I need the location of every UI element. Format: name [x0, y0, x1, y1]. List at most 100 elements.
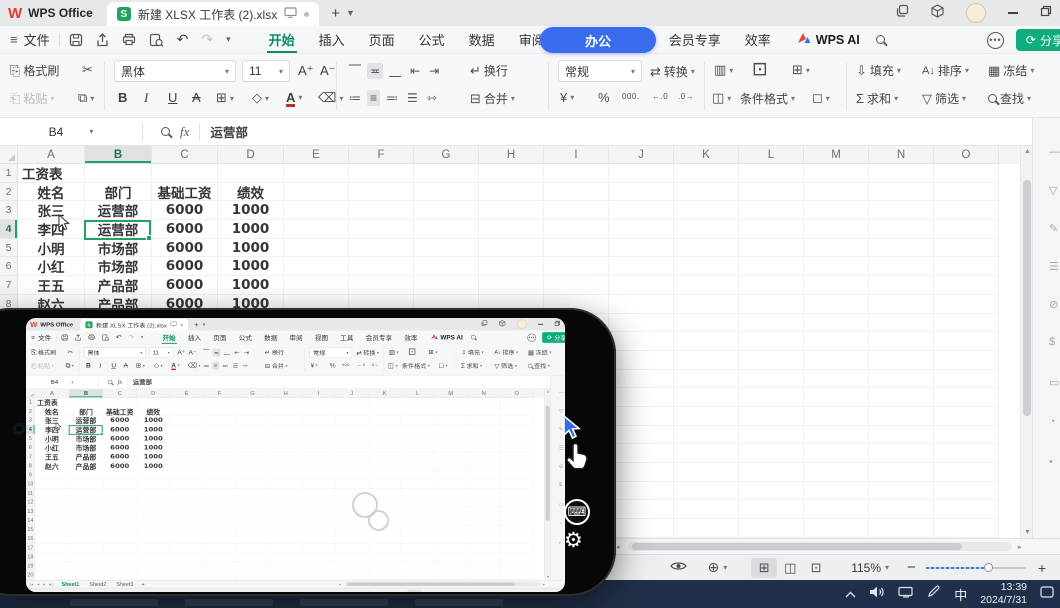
cell-B9[interactable] — [69, 471, 103, 480]
cell-O20[interactable] — [934, 519, 999, 538]
cell-M20[interactable] — [804, 519, 869, 538]
cell-M13[interactable] — [434, 507, 467, 516]
mirror-keyboard-icon[interactable]: ⌨ — [564, 499, 590, 525]
tray-chevron-icon[interactable] — [845, 585, 856, 603]
cell-B7[interactable]: 产品部 — [69, 452, 103, 461]
zoom-out-button[interactable]: − — [907, 559, 916, 576]
cell-E17[interactable] — [170, 543, 203, 552]
formula-content[interactable]: 运营部 — [210, 122, 248, 141]
layout-stack-icon[interactable] — [481, 320, 488, 329]
cell-G3[interactable] — [414, 201, 479, 220]
cell-K17[interactable] — [368, 543, 401, 552]
cell-N5[interactable] — [467, 434, 500, 443]
print-icon[interactable] — [122, 33, 136, 46]
cell-E2[interactable] — [170, 407, 203, 416]
cell-N19[interactable] — [869, 500, 934, 519]
column-header-C[interactable]: C — [152, 146, 218, 164]
menu-tab-开始[interactable]: 开始 — [267, 26, 297, 53]
hscroll-right-icon[interactable]: ▸ — [543, 582, 545, 586]
cell-O10[interactable] — [500, 480, 533, 489]
wps-ai-button[interactable]: WPS AI — [797, 31, 860, 49]
cell-A1[interactable]: 工资表 — [18, 164, 85, 183]
cell-A1[interactable]: 工资表 — [35, 398, 69, 407]
cell-L14[interactable] — [401, 516, 434, 525]
cell-J7[interactable] — [609, 276, 674, 295]
cell-J15[interactable] — [609, 426, 674, 445]
fill-color-button[interactable]: ◇▾ — [252, 90, 269, 106]
cell-A3[interactable]: 张三 — [35, 416, 69, 425]
avatar[interactable] — [966, 3, 986, 23]
row-header-19[interactable]: 19 — [26, 562, 35, 571]
cell-L8[interactable] — [739, 295, 804, 314]
cell-L8[interactable] — [401, 462, 434, 471]
cell-K8[interactable] — [368, 462, 401, 471]
cell-C2[interactable]: 基础工资 — [152, 183, 218, 202]
strikethrough-button[interactable]: A — [192, 90, 201, 105]
cell-L1[interactable] — [739, 164, 804, 183]
notification-icon[interactable] — [1040, 585, 1054, 603]
quickbar-caret-icon[interactable]: ▾ — [141, 335, 143, 340]
cell-A5[interactable]: 小明 — [18, 239, 85, 258]
cell-M19[interactable] — [804, 500, 869, 519]
cell-O11[interactable] — [934, 351, 999, 370]
cell-J6[interactable] — [335, 443, 368, 452]
cell-N20[interactable] — [467, 571, 500, 580]
cell-B8[interactable]: 产品部 — [69, 462, 103, 471]
worksheet-button[interactable]: ◫▾ — [388, 362, 398, 370]
cell-M8[interactable] — [804, 295, 869, 314]
cell-style-button[interactable]: ⊞▾ — [428, 348, 437, 356]
vertical-scroll-thumb[interactable] — [1023, 180, 1031, 416]
taskbar-app-slot[interactable] — [300, 599, 388, 606]
sidebar-currency-icon[interactable]: $ — [1049, 336, 1055, 348]
cell-K6[interactable] — [368, 443, 401, 452]
cell-J5[interactable] — [335, 434, 368, 443]
cell-K3[interactable] — [368, 416, 401, 425]
cell-I8[interactable] — [302, 462, 335, 471]
cell-O13[interactable] — [500, 507, 533, 516]
cell-A9[interactable] — [35, 471, 69, 480]
cell-J11[interactable] — [609, 351, 674, 370]
cell-I2[interactable] — [544, 183, 609, 202]
conditional-format-button[interactable]: 条件格式▾ — [402, 362, 430, 370]
cell-J17[interactable] — [335, 543, 368, 552]
sidebar-filter-icon[interactable]: ▽ — [1049, 184, 1057, 197]
vertical-scroll-thumb[interactable] — [546, 406, 550, 521]
cell-A17[interactable] — [35, 543, 69, 552]
name-box[interactable]: B4▾ — [0, 125, 142, 139]
cell-C9[interactable] — [103, 471, 137, 480]
column-header-M[interactable]: M — [434, 389, 467, 398]
row-header-9[interactable]: 9 — [26, 471, 35, 480]
cell-D2[interactable]: 绩效 — [218, 183, 284, 202]
font-color-button[interactable]: A▾ — [286, 90, 302, 105]
cell-H4[interactable] — [269, 425, 302, 434]
cell-H3[interactable] — [269, 416, 302, 425]
cell-J2[interactable] — [609, 183, 674, 202]
cell-G11[interactable] — [236, 489, 269, 498]
cell-B1[interactable] — [69, 398, 103, 407]
sort-button[interactable]: A↓排序▾ — [494, 348, 518, 356]
cell-H9[interactable] — [269, 471, 302, 480]
cell-B12[interactable] — [69, 498, 103, 507]
zoom-level[interactable]: 115% — [458, 591, 473, 592]
cell-J6[interactable] — [609, 257, 674, 276]
cell-I11[interactable] — [302, 489, 335, 498]
cell-N18[interactable] — [869, 482, 934, 501]
cell-D7[interactable]: 1000 — [137, 452, 171, 461]
cell-M6[interactable] — [804, 257, 869, 276]
cell-A8[interactable]: 赵六 — [35, 462, 69, 471]
zoom-level[interactable]: 115% — [851, 561, 881, 575]
cell-D3[interactable]: 1000 — [137, 416, 171, 425]
cell-F9[interactable] — [203, 471, 236, 480]
cell-N19[interactable] — [467, 562, 500, 571]
eye-icon[interactable] — [670, 559, 687, 577]
increase-decimal-button[interactable]: ←.0 — [357, 363, 365, 367]
mirror-settings-icon[interactable]: ⚙ — [564, 528, 583, 553]
cell-B18[interactable] — [69, 553, 103, 562]
cell-D16[interactable] — [137, 534, 171, 543]
select-all-corner[interactable] — [0, 146, 18, 164]
taskbar-app-slot[interactable] — [70, 599, 158, 606]
cell-H13[interactable] — [269, 507, 302, 516]
fx-icon[interactable]: fx — [180, 124, 189, 140]
cell-M12[interactable] — [804, 370, 869, 389]
cell-K14[interactable] — [674, 407, 739, 426]
